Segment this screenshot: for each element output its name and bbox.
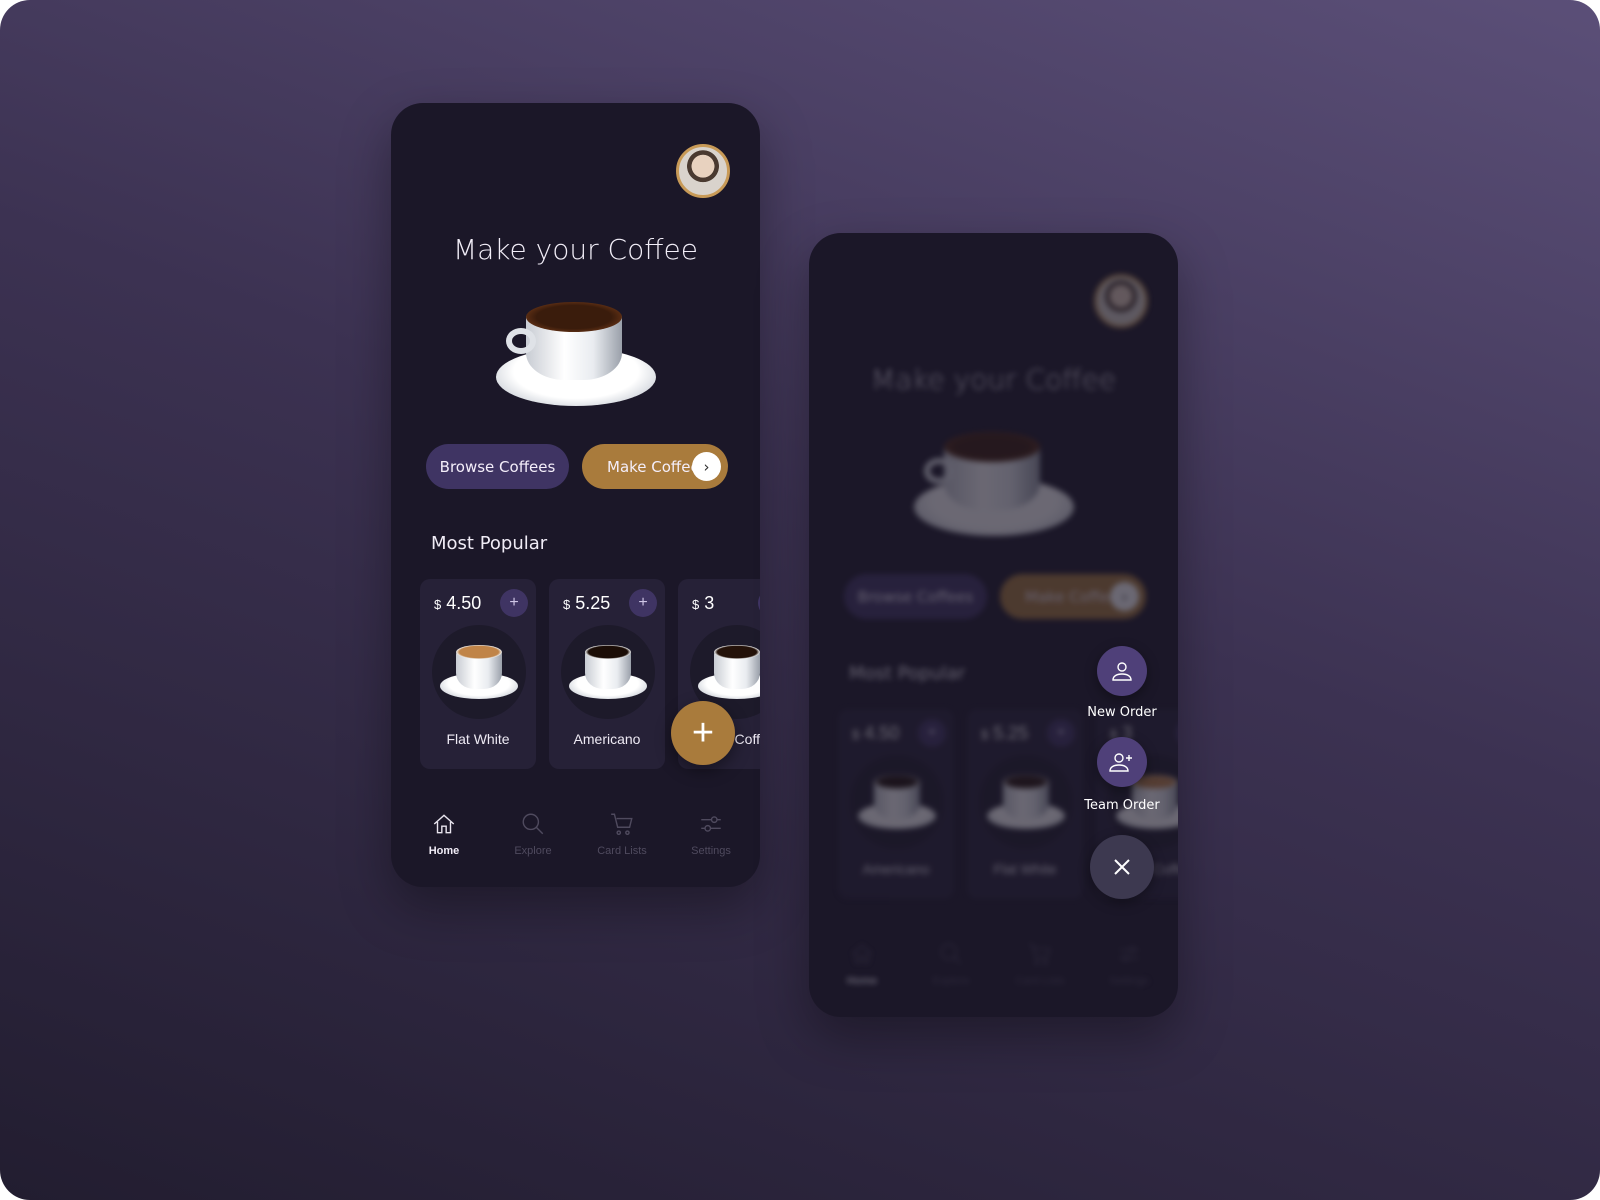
product-price: $ 5.25 — [563, 593, 611, 613]
nav-label: Card Lists — [1015, 975, 1065, 987]
avatar[interactable] — [676, 144, 730, 198]
chevron-right-icon: › — [1110, 582, 1139, 611]
page-title: Make your Coffee — [871, 363, 1116, 396]
user-icon — [1112, 662, 1132, 681]
add-to-cart-button[interactable]: + — [758, 589, 760, 617]
add-to-cart-button[interactable]: + — [629, 589, 657, 617]
nav-home[interactable]: Home — [827, 941, 897, 987]
product-name: Americano — [573, 731, 641, 747]
close-icon — [1114, 859, 1130, 875]
avatar[interactable] — [1094, 274, 1148, 328]
nav-card-lists[interactable]: Card Lists — [1005, 941, 1075, 987]
section-title: Most Popular — [849, 663, 966, 684]
nav-card-lists[interactable]: Card Lists — [587, 811, 657, 857]
search-icon — [522, 813, 544, 835]
home-icon — [433, 814, 455, 834]
nav-settings[interactable]: Settings — [676, 811, 746, 857]
add-user-icon — [1109, 753, 1132, 772]
cart-icon — [611, 813, 633, 835]
new-order-button[interactable] — [1097, 646, 1147, 696]
close-fab-button[interactable] — [1090, 835, 1154, 899]
product-image — [850, 755, 944, 849]
browse-coffees-button[interactable]: Browse Coffees — [844, 574, 987, 619]
home-screen-fab-open: Make your Coffee Browse Coffees Make Cof… — [809, 233, 1178, 1017]
home-icon — [851, 944, 873, 964]
nav-explore[interactable]: Explore — [916, 941, 986, 987]
nav-settings[interactable]: Settings — [1094, 941, 1164, 987]
hero-coffee-image — [496, 298, 656, 408]
section-title: Most Popular — [431, 533, 548, 554]
team-order-button[interactable] — [1097, 737, 1147, 787]
background — [0, 0, 1600, 1200]
nav-label: Settings — [1109, 975, 1149, 987]
make-coffee-button[interactable]: Make Coffee › — [1000, 574, 1146, 619]
new-order-label: New Order — [1087, 705, 1157, 720]
nav-label: Home — [846, 975, 878, 987]
product-image — [979, 755, 1073, 849]
nav-label: Card Lists — [597, 845, 647, 857]
nav-explore[interactable]: Explore — [498, 811, 568, 857]
product-price: $ 4.50 — [434, 593, 482, 613]
sliders-icon — [701, 816, 721, 832]
cart-icon — [1029, 943, 1051, 965]
product-card[interactable]: $ 5.25 + Americano — [549, 579, 665, 769]
browse-coffees-button[interactable]: Browse Coffees — [426, 444, 569, 489]
product-price: $ 5.25 — [981, 723, 1029, 743]
home-screen: Make your Coffee Browse Coffees Make Cof… — [391, 103, 760, 887]
page-title: Make your Coffee — [453, 233, 698, 266]
add-to-cart-button[interactable]: + — [1047, 719, 1075, 747]
product-card[interactable]: $ 4.50 + Americano — [838, 709, 954, 899]
add-to-cart-button[interactable]: + — [1176, 719, 1178, 747]
nav-home[interactable]: Home — [409, 811, 479, 857]
add-to-cart-button[interactable]: + — [500, 589, 528, 617]
add-fab-button[interactable]: + — [671, 701, 735, 765]
product-image — [561, 625, 655, 719]
product-price: $ 3 — [692, 593, 715, 613]
nav-label: Settings — [691, 845, 731, 857]
product-image — [432, 625, 526, 719]
nav-label: Home — [428, 845, 460, 857]
product-name: Americano — [862, 861, 930, 877]
product-card[interactable]: $ 4.50 + Flat White — [420, 579, 536, 769]
add-to-cart-button[interactable]: + — [918, 719, 946, 747]
hero-coffee-image — [914, 428, 1074, 538]
nav-label: Explore — [514, 845, 552, 857]
search-icon — [940, 943, 962, 965]
nav-label: Explore — [932, 975, 970, 987]
product-name: Flat White — [993, 861, 1057, 877]
sliders-icon — [1119, 946, 1139, 962]
make-coffee-button[interactable]: Make Coffee › — [582, 444, 728, 489]
product-name: Flat White — [446, 731, 510, 747]
product-price: $ 4.50 — [852, 723, 900, 743]
team-order-label: Team Order — [1084, 798, 1160, 813]
chevron-right-icon: › — [692, 452, 721, 481]
